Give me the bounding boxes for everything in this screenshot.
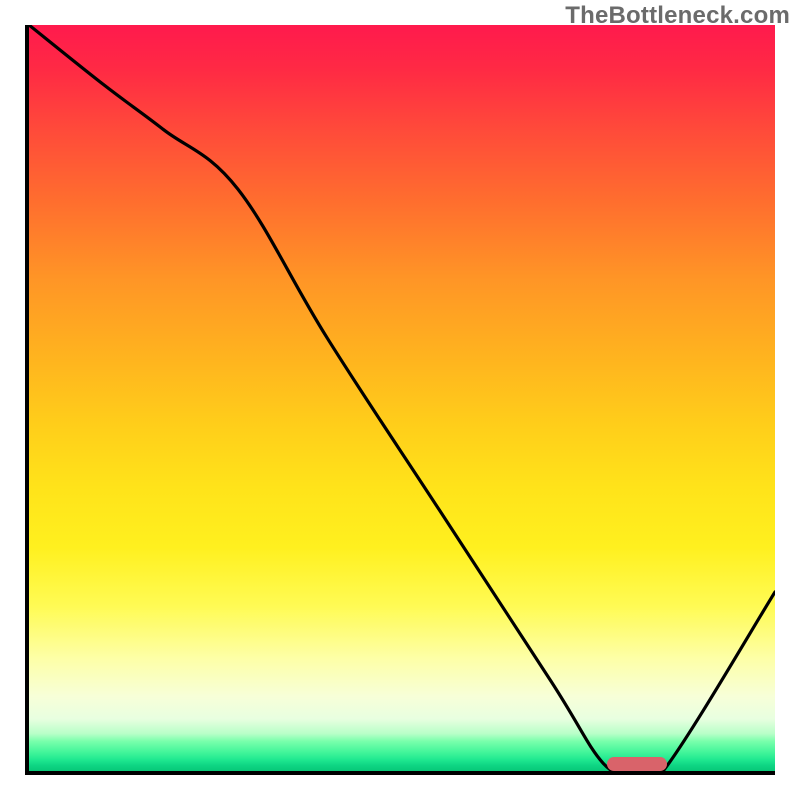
- watermark-text: TheBottleneck.com: [565, 2, 790, 30]
- optimal-zone-marker: [607, 757, 667, 771]
- curve-layer: [29, 25, 775, 771]
- bottleneck-chart: TheBottleneck.com: [0, 0, 800, 800]
- bottleneck-curve-path: [29, 25, 775, 771]
- plot-area: [25, 25, 775, 775]
